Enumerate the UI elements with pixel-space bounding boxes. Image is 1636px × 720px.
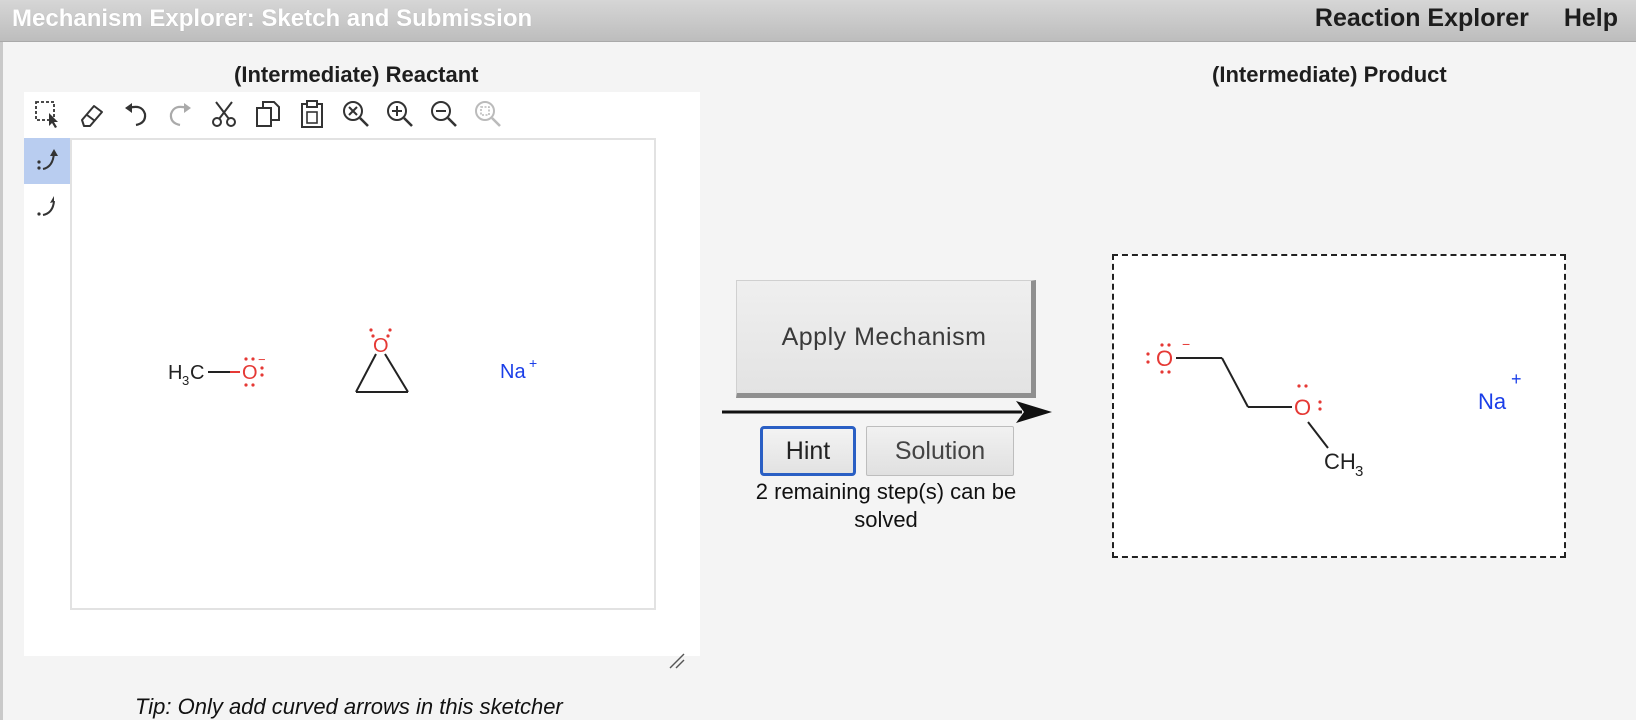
paste-icon[interactable] (296, 98, 328, 130)
sketcher-resize-handle[interactable] (668, 652, 686, 670)
sketcher-toolbar (24, 92, 700, 136)
zoom-out-icon[interactable] (428, 98, 460, 130)
redo-icon (164, 98, 196, 130)
apply-mechanism-button[interactable]: Apply Mechanism (736, 280, 1036, 398)
reaction-arrow (722, 401, 1052, 423)
product-structures: O − O CH 3 Na + (1146, 336, 1522, 480)
left-border (0, 42, 3, 720)
reactant-heading: (Intermediate) Reactant (234, 62, 479, 87)
top-nav: Reaction Explorer Help (1287, 4, 1618, 33)
product-sodium-charge: + (1511, 369, 1522, 389)
eraser-icon[interactable] (76, 98, 108, 130)
product-bond-4 (1307, 421, 1329, 449)
reaction-explorer-link[interactable]: Reaction Explorer (1315, 4, 1529, 32)
product-display: O − O CH 3 Na + (1112, 254, 1566, 558)
epoxide-bond-right (384, 353, 409, 393)
product-oxygen-1: O (1156, 346, 1173, 371)
title-bar: Mechanism Explorer: Sketch and Submissio… (0, 0, 1636, 42)
select-icon[interactable] (32, 98, 64, 130)
reactant-canvas[interactable]: H 3 C O − O Na + (70, 138, 656, 610)
methoxide-subscript: 3 (182, 373, 189, 388)
product-methyl: CH (1324, 449, 1356, 474)
sodium-charge: + (529, 355, 537, 371)
sodium-symbol: Na (500, 361, 526, 383)
sodium-ion[interactable]: Na + (500, 355, 537, 383)
undo-icon[interactable] (120, 98, 152, 130)
sketcher-side-tools (24, 138, 70, 230)
reactant-structures: H 3 C O − O Na + (168, 328, 537, 393)
product-sodium-ion: Na + (1478, 369, 1522, 414)
product-heading: (Intermediate) Product (1212, 62, 1447, 87)
epoxide-bond-left (355, 353, 377, 393)
product-oxygen-2: O (1294, 395, 1311, 420)
reactant-sketcher[interactable]: H 3 C O − O Na + (24, 92, 700, 656)
product-methyl-subscript: 3 (1355, 463, 1363, 480)
product-sodium-symbol: Na (1478, 389, 1507, 414)
solution-button[interactable]: Solution (866, 426, 1014, 476)
help-link[interactable]: Help (1564, 4, 1618, 32)
methoxide-h: H (168, 362, 182, 384)
hint-button[interactable]: Hint (760, 426, 856, 476)
product-oxygen-1-charge: − (1182, 336, 1190, 352)
product-bond-2 (1221, 357, 1249, 408)
single-electron-arrow-icon[interactable] (24, 184, 70, 230)
methoxide-charge: − (258, 352, 266, 367)
copy-icon[interactable] (252, 98, 284, 130)
epoxide-molecule[interactable]: O (355, 328, 409, 393)
methoxide-molecule[interactable]: H 3 C O − (168, 352, 266, 388)
alkoxide-ether-molecule: O − O CH 3 (1146, 336, 1363, 480)
zoom-clear-icon[interactable] (340, 98, 372, 130)
zoom-in-icon[interactable] (384, 98, 416, 130)
electron-pair-arrow-icon[interactable] (24, 138, 70, 184)
window-title: Mechanism Explorer: Sketch and Submissio… (12, 5, 533, 32)
methoxide-c: C (190, 362, 204, 384)
remaining-steps-text: 2 remaining step(s) can be solved (755, 479, 1017, 532)
sketcher-tip: Tip: Only add curved arrows in this sket… (135, 694, 563, 719)
zoom-fit-icon (472, 98, 504, 130)
methoxide-oxygen: O (242, 362, 258, 384)
cut-icon[interactable] (208, 98, 240, 130)
